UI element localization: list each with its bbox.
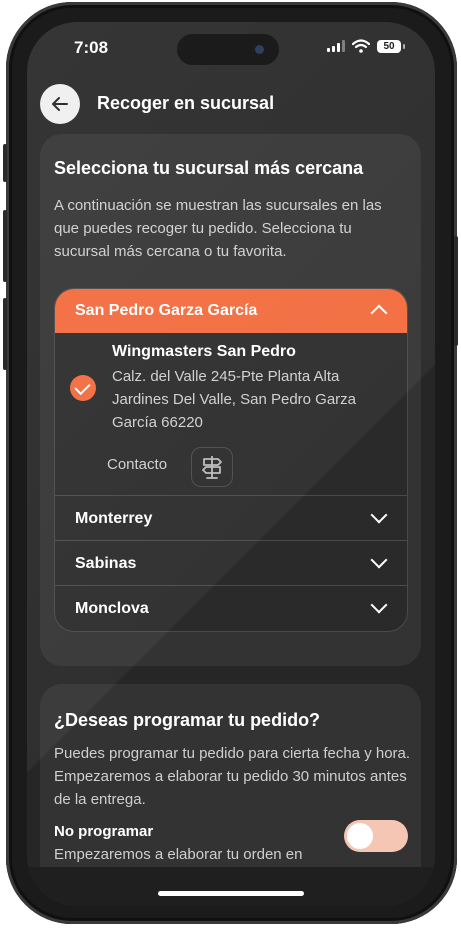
volume-up-button	[3, 210, 7, 282]
status-bar: 7:08 50	[27, 22, 435, 76]
arrow-left-icon	[52, 97, 68, 111]
accordion-label: Monterrey	[75, 510, 153, 527]
signpost-icon	[202, 456, 222, 479]
bottom-bar	[27, 867, 435, 906]
camera-icon	[255, 45, 264, 54]
schedule-section-title: ¿Deseas programar tu pedido?	[54, 710, 321, 730]
home-indicator[interactable]	[158, 891, 304, 896]
silent-switch	[3, 144, 7, 182]
accordion-label: San Pedro Garza García	[75, 302, 258, 319]
header: Recoger en sucursal	[27, 84, 435, 124]
wifi-icon	[352, 39, 370, 53]
branch-accordion: San Pedro Garza García Wingmasters San P…	[54, 288, 408, 632]
chevron-down-icon	[370, 596, 388, 614]
accordion-header-monterrey[interactable]: Monterrey	[55, 495, 407, 540]
volume-down-button	[3, 298, 7, 370]
toggle-knob	[347, 823, 373, 849]
branch-section-title: Selecciona tu sucursal más cercana	[54, 158, 364, 178]
check-circle-icon[interactable]	[70, 375, 96, 401]
accordion-header-monclova[interactable]: Monclova	[55, 585, 407, 630]
accordion-header-san-pedro[interactable]: San Pedro Garza García	[55, 289, 407, 333]
accordion-header-sabinas[interactable]: Sabinas	[55, 540, 407, 585]
chevron-up-icon	[370, 304, 388, 322]
signal-icon	[327, 40, 345, 52]
power-button	[454, 236, 458, 346]
back-button[interactable]	[40, 84, 80, 124]
screen: 7:08 50 Recoger en sucursal Selecciona t…	[27, 22, 435, 906]
branch-section-description: A continuación se muestran las sucursale…	[54, 197, 382, 260]
branch-address: Calz. del Valle 245-Pte Planta Alta Jard…	[112, 368, 357, 431]
branch-option[interactable]: Wingmasters San Pedro Calz. del Valle 24…	[55, 333, 407, 495]
battery-icon: 50	[377, 40, 401, 53]
no-schedule-toggle[interactable]	[344, 820, 408, 852]
branch-card: Selecciona tu sucursal más cercana A con…	[40, 134, 421, 666]
contact-button[interactable]	[191, 447, 233, 487]
chevron-down-icon	[370, 506, 388, 524]
accordion-label: Sabinas	[75, 555, 137, 572]
branch-name: Wingmasters San Pedro	[112, 343, 296, 360]
status-time: 7:08	[74, 38, 109, 57]
page-title: Recoger en sucursal	[97, 93, 275, 113]
contact-label: Contacto	[107, 456, 168, 473]
dynamic-island	[177, 34, 279, 65]
no-schedule-description: Empezaremos a elaborar tu orden en	[54, 846, 303, 863]
accordion-label: Monclova	[75, 600, 149, 617]
chevron-down-icon	[370, 551, 388, 569]
schedule-section-description: Puedes programar tu pedido para cierta f…	[54, 745, 411, 808]
battery-cap	[403, 44, 405, 49]
no-schedule-title: No programar	[54, 823, 154, 840]
